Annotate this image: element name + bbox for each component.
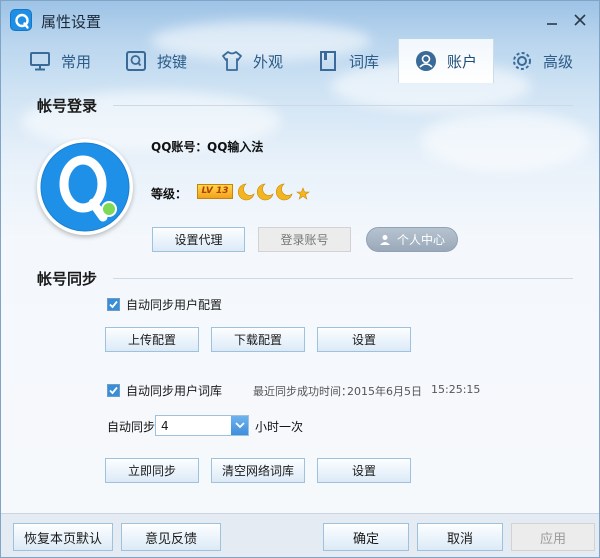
- minimize-icon: [547, 23, 557, 25]
- tab-label: 常用: [61, 52, 92, 71]
- tab-label: 词库: [349, 52, 380, 71]
- login-account-button[interactable]: 登录账号: [258, 227, 351, 252]
- app-logo-icon: [10, 9, 32, 31]
- sync-config-label: 自动同步用户配置: [126, 298, 223, 312]
- auto-sync-unit: 小时一次: [255, 420, 304, 434]
- background-cloud: [421, 111, 591, 171]
- sync-dict-checkbox[interactable]: [107, 384, 120, 397]
- title-bar: 属性设置: [1, 1, 599, 39]
- person-icon: [379, 234, 390, 245]
- monitor-icon: [29, 50, 51, 72]
- upload-config-button[interactable]: 上传配置: [105, 327, 199, 352]
- close-button[interactable]: [569, 9, 591, 31]
- tab-label: 外观: [253, 52, 284, 71]
- level-badge: LV 13: [197, 184, 233, 199]
- tab-label: 高级: [543, 52, 574, 71]
- user-icon: [415, 50, 437, 72]
- tab-dictionary[interactable]: 词库: [317, 39, 379, 83]
- personal-center-label: 个人中心: [396, 233, 445, 247]
- tab-appearance[interactable]: 外观: [221, 39, 283, 83]
- account-login-heading: 帐号登录: [37, 97, 98, 115]
- feedback-button[interactable]: 意见反馈: [121, 523, 221, 551]
- minimize-button[interactable]: [541, 9, 563, 31]
- config-settings-button[interactable]: 设置: [317, 327, 411, 352]
- tab-label: 账户: [447, 52, 478, 71]
- apply-button[interactable]: 应用: [511, 523, 595, 551]
- level-label: 等级：: [151, 187, 188, 201]
- personal-center-button[interactable]: 个人中心: [366, 227, 458, 252]
- tab-keys[interactable]: 按键: [125, 39, 187, 83]
- footer-bar: 恢复本页默认 意见反馈 确定 取消 应用: [1, 513, 599, 557]
- checkmark-icon: [109, 300, 118, 309]
- qq-account-label: QQ账号：: [151, 140, 208, 154]
- section-divider: [113, 105, 573, 106]
- account-sync-heading: 帐号同步: [37, 270, 98, 288]
- sync-config-checkbox[interactable]: [107, 298, 120, 311]
- tab-account[interactable]: 账户: [398, 39, 494, 83]
- checkmark-icon: [109, 386, 118, 395]
- sync-dict-label: 自动同步用户词库: [126, 384, 223, 398]
- shirt-icon: [221, 50, 243, 72]
- tab-advanced[interactable]: 高级: [511, 39, 573, 83]
- dict-settings-button[interactable]: 设置: [317, 458, 411, 483]
- tab-label: 按键: [157, 52, 188, 71]
- chevron-down-icon[interactable]: [231, 416, 248, 435]
- clear-network-dict-button[interactable]: 清空网络词库: [211, 458, 305, 483]
- sync-dict-checkbox-row[interactable]: 自动同步用户词库: [107, 382, 222, 399]
- key-icon: [125, 50, 147, 72]
- auto-sync-label: 自动同步: [107, 420, 156, 434]
- auto-sync-interval-value: 4: [161, 418, 169, 433]
- ok-button[interactable]: 确定: [323, 523, 409, 551]
- book-icon: [317, 50, 339, 72]
- auto-sync-interval-select[interactable]: 4: [155, 415, 249, 436]
- set-proxy-button[interactable]: 设置代理: [152, 227, 245, 252]
- cancel-button[interactable]: 取消: [417, 523, 503, 551]
- last-sync-time: 15:25:15: [431, 383, 481, 396]
- window-title: 属性设置: [41, 13, 102, 31]
- level-moons-icon: [238, 183, 310, 201]
- close-icon: [574, 14, 586, 26]
- tab-bar: 常用 按键 外观 词库 账户 高级: [1, 39, 599, 83]
- online-status-dot: [103, 203, 115, 215]
- settings-window: 属性设置 常用 按键 外观 词库 账户 高级 帐号登录 QQ账号： QQ输入法 …: [0, 0, 600, 558]
- tab-general[interactable]: 常用: [29, 39, 91, 83]
- last-sync-label: 最近同步成功时间：: [253, 385, 352, 398]
- restore-default-button[interactable]: 恢复本页默认: [13, 523, 113, 551]
- download-config-button[interactable]: 下载配置: [211, 327, 305, 352]
- last-sync-date: 2015年6月5日: [347, 385, 422, 398]
- section-divider: [113, 278, 573, 279]
- sync-config-checkbox-row[interactable]: 自动同步用户配置: [107, 296, 222, 313]
- avatar: [37, 139, 133, 235]
- qq-account-value: QQ输入法: [207, 140, 264, 154]
- sync-now-button[interactable]: 立即同步: [105, 458, 199, 483]
- gear-icon: [511, 50, 533, 72]
